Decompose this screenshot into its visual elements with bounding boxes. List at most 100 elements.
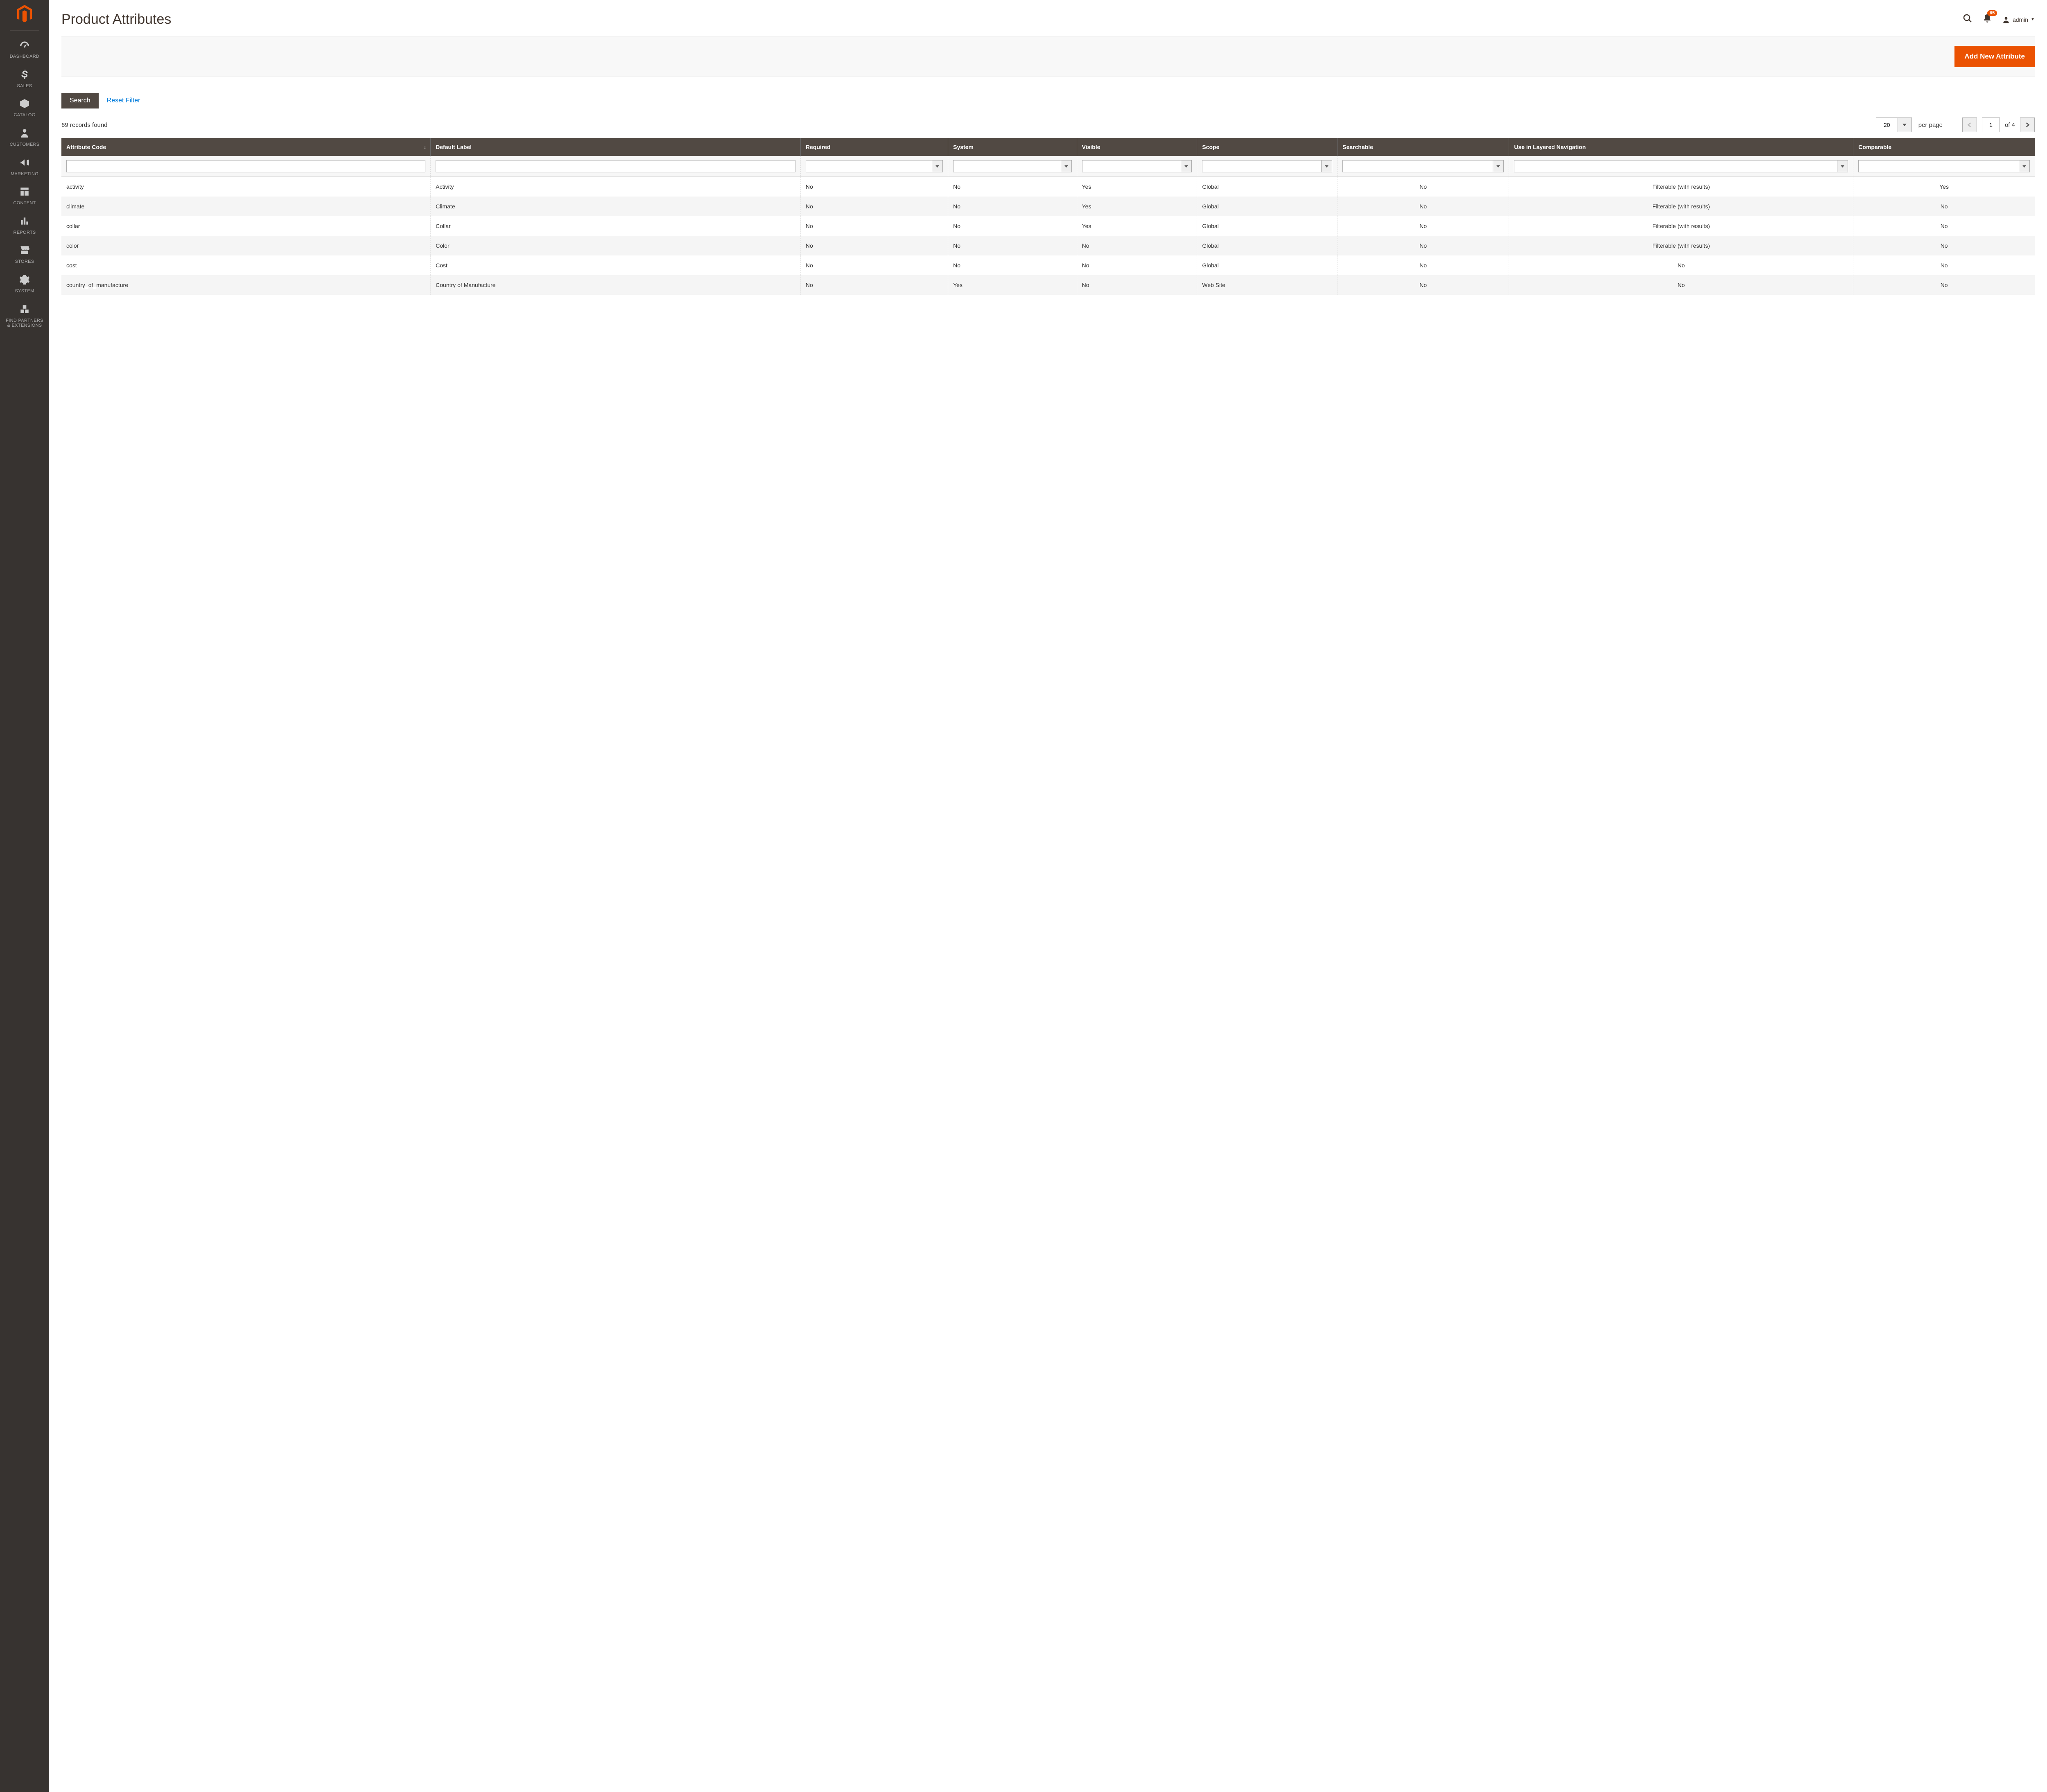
caret-down-icon [1493,160,1504,172]
user-menu[interactable]: admin ▼ [2002,16,2035,24]
table-cell: No [1509,255,1853,275]
column-header[interactable]: Use in Layered Navigation [1509,138,1853,156]
sidebar-divider [10,30,39,31]
sidebar-item-marketing[interactable]: MARKETING [4,153,45,183]
column-header[interactable]: Visible [1077,138,1197,156]
table-cell: Filterable (with results) [1509,216,1853,236]
sidebar-item-label: SALES [17,84,32,88]
filter-text-input[interactable] [436,160,795,172]
table-cell: Collar [431,216,801,236]
column-header[interactable]: Default Label [431,138,801,156]
table-row[interactable]: activityActivityNoNoYesGlobalNoFilterabl… [61,177,2035,197]
sidebar-item-dashboard[interactable]: DASHBOARD [4,36,45,65]
page-size-control [1876,118,1912,132]
current-page-input[interactable] [1982,118,2000,132]
column-filter [431,156,801,177]
chevron-right-icon [2025,122,2030,127]
page-size-input[interactable] [1876,118,1898,132]
next-page-button[interactable] [2020,118,2035,132]
sidebar-item-label: CATALOG [14,113,35,118]
user-name: admin [2013,16,2028,23]
sidebar-item-catalog[interactable]: CATALOG [4,94,45,124]
caret-down-icon [2019,160,2030,172]
table-cell: collar [61,216,431,236]
column-header[interactable]: System [948,138,1077,156]
main-content: Product Attributes 65 admin ▼ Add New At… [49,0,2047,1792]
layout-icon [6,186,43,198]
search-icon[interactable] [1963,14,1972,25]
table-cell: No [1853,197,2035,216]
table-cell: Yes [1853,177,2035,197]
dollar-icon [6,69,43,81]
reset-filter-link[interactable]: Reset Filter [107,97,140,104]
table-cell: Country of Manufacture [431,275,801,295]
of-pages-label: of 4 [2005,122,2015,129]
filter-select[interactable] [1514,160,1848,172]
column-header[interactable]: Searchable [1338,138,1509,156]
filter-text-input[interactable] [66,160,425,172]
sidebar-item-content[interactable]: CONTENT [4,182,45,212]
header-actions: 65 admin ▼ [1963,14,2035,25]
filter-select[interactable] [1342,160,1504,172]
sidebar-item-reports[interactable]: REPORTS [4,212,45,241]
filter-select[interactable] [1858,160,2030,172]
table-row[interactable]: costCostNoNoNoGlobalNoNoNo [61,255,2035,275]
storefront-icon [6,245,43,257]
table-cell: No [1853,255,2035,275]
column-header[interactable]: Attribute Code↓ [61,138,431,156]
column-header[interactable]: Required [800,138,948,156]
table-row[interactable]: country_of_manufactureCountry of Manufac… [61,275,2035,295]
column-header[interactable]: Comparable [1853,138,2035,156]
table-row[interactable]: colorColorNoNoNoGlobalNoFilterable (with… [61,236,2035,255]
table-cell: No [1853,236,2035,255]
table-cell: No [800,216,948,236]
sidebar-item-label: STORES [15,259,34,264]
table-cell: Filterable (with results) [1509,236,1853,255]
caret-down-icon [1902,123,1907,127]
sidebar-item-find[interactable]: FIND PARTNERS & EXTENSIONS [4,300,45,334]
add-new-attribute-button[interactable]: Add New Attribute [1954,46,2035,67]
records-row: 69 records found per page of 4 [61,118,2035,132]
box-icon [6,98,43,110]
filter-select[interactable] [1202,160,1332,172]
sidebar-item-sales[interactable]: SALES [4,65,45,95]
table-cell: climate [61,197,431,216]
column-filter [61,156,431,177]
table-cell: Yes [1077,177,1197,197]
caret-down-icon [1322,160,1332,172]
column-header[interactable]: Scope [1197,138,1338,156]
table-cell: No [948,177,1077,197]
sidebar-item-label: CUSTOMERS [10,142,40,147]
table-cell: Activity [431,177,801,197]
table-row[interactable]: collarCollarNoNoYesGlobalNoFilterable (w… [61,216,2035,236]
table-cell: Web Site [1197,275,1338,295]
table-cell: color [61,236,431,255]
magento-logo[interactable] [16,5,33,23]
table-cell: Global [1197,216,1338,236]
table-cell: No [1077,236,1197,255]
column-filter [1509,156,1853,177]
filter-select[interactable] [953,160,1071,172]
sidebar-item-label: MARKETING [11,172,38,176]
table-cell: cost [61,255,431,275]
sidebar-item-system[interactable]: SYSTEM [4,270,45,300]
filter-select[interactable] [806,160,943,172]
page-size-dropdown-button[interactable] [1898,118,1912,132]
chevron-left-icon [1967,122,1972,127]
per-page-label: per page [1918,122,1943,129]
caret-down-icon [1181,160,1192,172]
sidebar-item-stores[interactable]: STORES [4,241,45,270]
sidebar-item-customers[interactable]: CUSTOMERS [4,124,45,153]
sort-indicator-icon: ↓ [424,144,426,150]
notifications-icon[interactable]: 65 [1982,14,1992,25]
search-button[interactable]: Search [61,93,99,108]
filter-select[interactable] [1082,160,1192,172]
attributes-grid: Attribute Code↓Default LabelRequiredSyst… [61,138,2035,295]
column-filter [1338,156,1509,177]
prev-page-button[interactable] [1962,118,1977,132]
table-row[interactable]: climateClimateNoNoYesGlobalNoFilterable … [61,197,2035,216]
caret-down-icon [1061,160,1072,172]
caret-down-icon [932,160,943,172]
table-cell: Yes [1077,216,1197,236]
table-cell: No [1509,275,1853,295]
